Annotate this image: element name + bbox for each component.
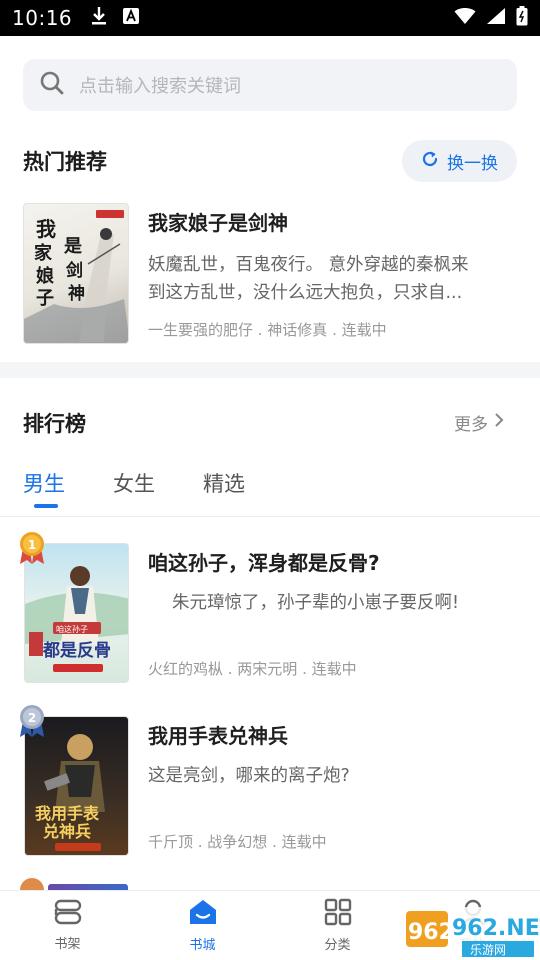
list-item[interactable]: 咱这孙子 都是反骨 1 咱这孙子，浑身都是反骨? 朱元璋惊了，孙子辈的小崽子要反… (0, 530, 540, 683)
ranking-section-title: 排行榜 (23, 412, 86, 436)
rank-number: 1 (28, 538, 36, 552)
nav-bookshelf[interactable]: 书架 (0, 891, 135, 960)
signal-icon (486, 7, 506, 29)
category-grid-icon (324, 898, 352, 930)
more-label: 更多 (454, 415, 488, 435)
hot-book-desc-line2: 到这方乱世，没什么远大抱负，只求自... (148, 283, 463, 303)
svg-text:咱这孙子: 咱这孙子 (56, 624, 88, 634)
hot-book-desc-line1: 妖魔乱世，百鬼夜行。 意外穿越的秦枫来 (148, 255, 469, 275)
watermark-logo: 962 962.NET 乐游网 (400, 905, 540, 960)
active-tab-indicator (34, 504, 58, 508)
rank-book-desc: 这是亮剑，哪来的离子炮? (148, 766, 350, 786)
battery-icon (516, 6, 528, 30)
rank-book-desc: 朱元璋惊了，孙子辈的小崽子要反啊! (172, 593, 460, 613)
hot-book-title: 我家娘子是剑神 (148, 211, 288, 235)
book-cover-image: 我 家 娘 子 是 剑 神 (23, 203, 129, 344)
download-icon (90, 6, 108, 30)
nav-bookstore[interactable]: 书城 (135, 891, 270, 960)
tab-featured[interactable]: 精选 (203, 468, 245, 498)
refresh-button[interactable]: 换一换 (402, 140, 517, 182)
nav-label: 分类 (324, 938, 351, 953)
section-divider (0, 362, 540, 378)
status-time: 10:16 (12, 6, 73, 30)
rank-book-meta: 火红的鸡枞 . 两宋元明 . 连载中 (148, 660, 357, 678)
watermark-text: 962.NET (452, 916, 540, 941)
bookshelf-icon (53, 899, 83, 929)
hot-book-meta: 一生要强的肥仔 . 神话修真 . 连载中 (148, 321, 387, 339)
svg-text:962: 962 (408, 920, 454, 945)
rank-number: 2 (28, 711, 36, 725)
rank-badge-gold: 1 (17, 530, 47, 566)
tabs-divider (0, 516, 540, 517)
svg-text:剑: 剑 (65, 260, 83, 281)
rank-badge-silver: 2 (17, 703, 47, 739)
watermark-subtext: 乐游网 (470, 943, 506, 957)
svg-text:兑神兵: 兑神兵 (43, 822, 91, 841)
nav-label: 书架 (54, 937, 81, 952)
search-input[interactable]: 点击输入搜索关键词 (23, 59, 517, 111)
bookstore-icon (188, 898, 218, 930)
svg-text:都是反骨: 都是反骨 (42, 640, 111, 661)
svg-text:我用手表: 我用手表 (35, 804, 100, 823)
more-link[interactable]: 更多 (454, 410, 504, 435)
svg-text:神: 神 (68, 283, 85, 304)
svg-text:是: 是 (63, 236, 82, 257)
search-icon (39, 70, 65, 100)
refresh-label: 换一换 (447, 153, 498, 174)
hot-book-card[interactable]: 我 家 娘 子 是 剑 神 我家娘子是剑神 妖魔乱世，百鬼夜行。 意外穿越的秦枫… (23, 203, 517, 345)
svg-text:子: 子 (36, 288, 54, 309)
hot-section-title: 热门推荐 (23, 150, 107, 174)
notification-a-icon (122, 7, 140, 29)
list-item[interactable]: 我用手表 兑神兵 2 我用手表兑神兵 这是亮剑，哪来的离子炮? 千斤顶 . 战争… (0, 703, 540, 856)
wifi-icon (454, 7, 476, 29)
rank-badge-bronze (17, 876, 47, 890)
tab-female[interactable]: 女生 (113, 468, 155, 498)
chevron-right-icon (494, 412, 504, 433)
rank-book-meta: 千斤顶 . 战争幻想 . 连载中 (148, 833, 327, 851)
nav-label: 书城 (189, 938, 216, 953)
rank-book-title: 我用手表兑神兵 (148, 724, 288, 748)
tab-male[interactable]: 男生 (23, 468, 65, 498)
search-placeholder: 点击输入搜索关键词 (79, 76, 241, 97)
rank-book-title: 咱这孙子，浑身都是反骨? (148, 551, 380, 575)
status-bar: 10:16 (0, 0, 540, 36)
svg-text:我: 我 (36, 217, 56, 241)
svg-text:家: 家 (34, 242, 53, 264)
ranking-tabs: 男生 女生 精选 (23, 468, 245, 498)
svg-text:娘: 娘 (36, 265, 54, 287)
nav-category[interactable]: 分类 (270, 891, 405, 960)
refresh-icon (421, 150, 439, 173)
